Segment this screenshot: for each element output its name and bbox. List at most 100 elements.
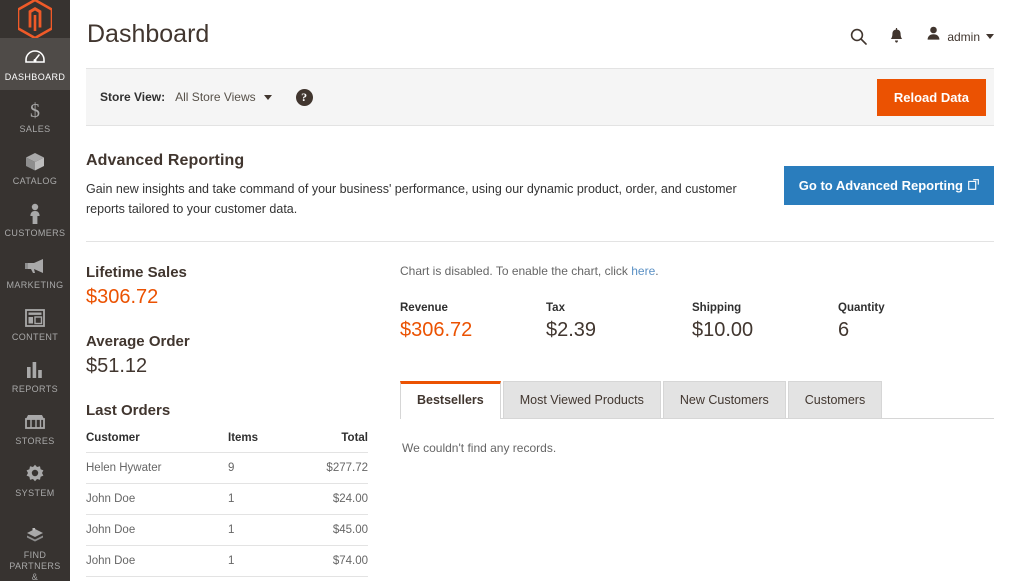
dashboard-tabs: Bestsellers Most Viewed Products New Cus…: [400, 381, 994, 419]
main-content: Dashboard admin Store View:: [70, 0, 1024, 581]
sidebar-item-content[interactable]: Content: [0, 298, 70, 350]
stat-tax: Tax $2.39: [546, 302, 692, 343]
lifetime-sales-block: Lifetime Sales $306.72: [86, 264, 368, 311]
magento-logo-icon: [18, 0, 52, 38]
stat-quantity: Quantity 6: [838, 302, 984, 343]
average-order-label: Average Order: [86, 333, 368, 350]
column-header-total: Total: [288, 428, 368, 453]
lifetime-sales-value: $306.72: [86, 283, 368, 311]
cell-items: 1: [228, 484, 288, 515]
column-header-items: Items: [228, 428, 288, 453]
sidebar-item-label: System: [15, 488, 54, 499]
sidebar-item-reports[interactable]: Reports: [0, 350, 70, 402]
user-avatar-icon: [926, 26, 941, 47]
sidebar-item-label: Content: [12, 332, 58, 343]
stat-shipping: Shipping $10.00: [692, 302, 838, 343]
cell-items: 9: [228, 453, 288, 484]
megaphone-icon: [24, 255, 46, 277]
dollar-sign-icon: $: [27, 99, 43, 121]
search-icon[interactable]: [850, 28, 867, 45]
sidebar-item-catalog[interactable]: Catalog: [0, 142, 70, 194]
tab-new-customers[interactable]: New Customers: [663, 381, 786, 418]
sidebar-item-marketing[interactable]: Marketing: [0, 246, 70, 298]
cell-total: $29.00: [288, 577, 368, 581]
cell-customer: John Doe: [86, 484, 228, 515]
sidebar-item-label: Marketing: [6, 280, 63, 291]
sidebar-item-sales[interactable]: $ Sales: [0, 90, 70, 142]
layout-icon: [25, 307, 45, 329]
magento-logo[interactable]: [0, 0, 70, 38]
empty-records-message: We couldn't find any records.: [402, 441, 992, 455]
cell-items: 1: [228, 546, 288, 577]
lifetime-sales-label: Lifetime Sales: [86, 264, 368, 281]
table-row[interactable]: Helen Hywater 9 $277.72: [86, 453, 368, 484]
sidebar-item-find-partners-extensions[interactable]: Find Partners & Extensions: [0, 516, 70, 581]
dashboard-right-column: Chart is disabled. To enable the chart, …: [386, 264, 994, 581]
tab-customers[interactable]: Customers: [788, 381, 882, 418]
stat-label: Tax: [546, 302, 692, 314]
dashboard-left-column: Lifetime Sales $306.72 Average Order $51…: [86, 264, 386, 581]
stat-label: Revenue: [400, 302, 546, 314]
sidebar-item-label: Dashboard: [5, 72, 66, 83]
stats-row: Revenue $306.72 Tax $2.39 Shipping $10.0…: [400, 302, 994, 343]
stat-value: $10.00: [692, 317, 838, 343]
table-row[interactable]: John Doe 1 $74.00: [86, 546, 368, 577]
go-to-advanced-reporting-label: Go to Advanced Reporting: [799, 178, 963, 193]
sidebar-item-label-line2: & Extensions: [2, 572, 68, 581]
stat-value: 6: [838, 317, 984, 343]
column-header-customer: Customer: [86, 428, 228, 453]
enable-chart-link[interactable]: here: [631, 264, 655, 278]
advanced-reporting-text: Advanced Reporting Gain new insights and…: [86, 152, 784, 219]
sidebar-item-label-line1: Find Partners: [2, 550, 68, 572]
cell-customer: John Doe: [86, 546, 228, 577]
table-row[interactable]: Veronica Costello 1 $29.00: [86, 577, 368, 581]
cell-items: 1: [228, 515, 288, 546]
chevron-down-icon: [986, 34, 994, 39]
table-row[interactable]: John Doe 1 $45.00: [86, 515, 368, 546]
average-order-block: Average Order $51.12: [86, 333, 368, 380]
advanced-reporting-section: Advanced Reporting Gain new insights and…: [86, 126, 994, 242]
store-view-select[interactable]: All Store Views: [175, 90, 271, 104]
box-icon: [24, 151, 46, 173]
sidebar-item-label: Catalog: [13, 176, 57, 187]
bell-icon[interactable]: [889, 28, 904, 45]
storefront-icon: [24, 411, 46, 433]
external-link-icon: [968, 178, 979, 193]
sidebar-item-system[interactable]: System: [0, 454, 70, 506]
page-title: Dashboard: [86, 18, 209, 50]
go-to-advanced-reporting-button[interactable]: Go to Advanced Reporting: [784, 166, 994, 205]
question-mark-icon[interactable]: ?: [296, 89, 313, 106]
advanced-reporting-description: Gain new insights and take command of yo…: [86, 179, 760, 219]
sidebar-item-label: Sales: [19, 124, 50, 135]
cell-customer: Veronica Costello: [86, 577, 228, 581]
stat-revenue: Revenue $306.72: [400, 302, 546, 343]
bar-chart-icon: [25, 359, 45, 381]
svg-text:$: $: [30, 100, 40, 121]
sidebar-item-label: Customers: [5, 228, 66, 239]
account-menu[interactable]: admin: [926, 26, 994, 47]
cell-items: 1: [228, 577, 288, 581]
cell-total: $277.72: [288, 453, 368, 484]
last-orders-body: Helen Hywater 9 $277.72 John Doe 1 $24.0…: [86, 453, 368, 581]
dashboard-body: Lifetime Sales $306.72 Average Order $51…: [86, 242, 994, 581]
sidebar-item-stores[interactable]: Stores: [0, 402, 70, 454]
sidebar-item-dashboard[interactable]: Dashboard: [0, 38, 70, 90]
sidebar-item-customers[interactable]: Customers: [0, 194, 70, 246]
tab-panel: We couldn't find any records.: [400, 419, 994, 455]
header-actions: admin: [850, 18, 994, 47]
reload-data-button[interactable]: Reload Data: [877, 79, 986, 116]
stat-value: $2.39: [546, 317, 692, 343]
store-view-bar: Store View: All Store Views ? Reload Dat…: [86, 68, 994, 126]
stat-label: Quantity: [838, 302, 984, 314]
last-orders-table: Customer Items Total Helen Hywater 9 $27…: [86, 428, 368, 581]
page-header: Dashboard admin: [70, 0, 1024, 58]
sidebar-item-label: Reports: [12, 384, 58, 395]
store-view-label: Store View:: [100, 90, 165, 104]
cell-customer: Helen Hywater: [86, 453, 228, 484]
cell-total: $45.00: [288, 515, 368, 546]
table-row[interactable]: John Doe 1 $24.00: [86, 484, 368, 515]
tab-bestsellers[interactable]: Bestsellers: [400, 381, 501, 419]
advanced-reporting-title: Advanced Reporting: [86, 152, 760, 170]
tab-most-viewed-products[interactable]: Most Viewed Products: [503, 381, 661, 418]
chevron-down-icon: [264, 95, 272, 100]
